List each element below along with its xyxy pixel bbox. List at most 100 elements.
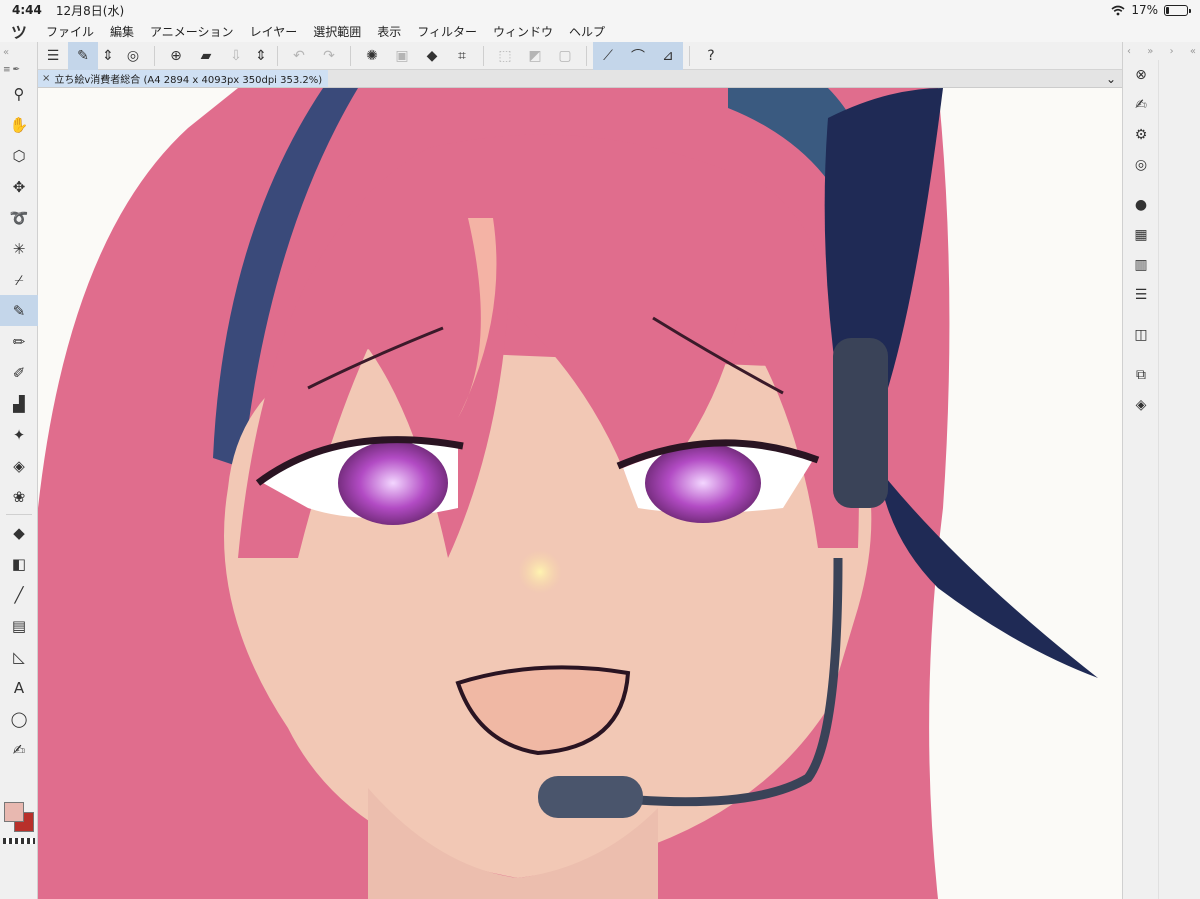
up-down-arrows-icon-2[interactable]: ⇕ — [251, 42, 271, 70]
toolbar-divider — [350, 45, 351, 66]
brush-tool-icon[interactable]: ✐ — [0, 357, 38, 388]
edit-mode-icon[interactable]: ✎ — [68, 41, 98, 70]
save-icon[interactable]: ⇩ — [221, 42, 251, 70]
chevron-down-icon[interactable]: ⌄ — [1106, 72, 1116, 86]
pencil-tool-icon[interactable]: ✏ — [0, 326, 38, 357]
close-tab-icon[interactable]: × — [42, 73, 50, 84]
command-bar: ☰ ✎ ⇕ ◎ ⊕ ▰ ⇩ ⇕ ↶ ↷ ✺ ▣ ◆ ⌗ ⬚ ◩ ▢ ⟋ ⌒ ⊿ … — [0, 41, 1200, 70]
grid-snap-icon[interactable]: ⊿ — [653, 41, 683, 70]
tool-property-icon[interactable]: ⚙ — [1123, 120, 1159, 150]
toolbar-divider — [154, 45, 155, 66]
expand-icon[interactable]: » — [1147, 46, 1153, 57]
layers-icon[interactable]: ◈ — [1123, 390, 1159, 420]
new-file-icon[interactable]: ⊕ — [161, 42, 191, 70]
operation-tool-icon[interactable]: ⬡ — [0, 140, 38, 171]
hand-tool-icon[interactable]: ✋ — [0, 109, 38, 140]
palette-icon-strip: ⊗ ✍ ⚙ ◎ ● ▦ ▥ ☰ ◫ ⧉ ◈ — [1123, 60, 1159, 899]
airbrush-tool-icon[interactable]: ▟ — [0, 388, 38, 419]
battery-fill — [1166, 6, 1170, 14]
invert-selection-icon[interactable]: ◩ — [520, 42, 550, 70]
menu-view[interactable]: 表示 — [369, 23, 409, 40]
deselect-icon[interactable]: ⬚ — [490, 42, 520, 70]
eraser-tool-icon[interactable]: ◈ — [0, 450, 38, 481]
tool-palette: « ≡ ✒ ⚲ ✋ ⬡ ✥ ➰ ✳ ⌿ ✎ ✏ ✐ ▟ ✦ ◈ ❀ ◆ ◧ ╱ … — [0, 42, 38, 899]
drawing-canvas[interactable] — [38, 88, 1122, 899]
tool-divider — [6, 514, 32, 515]
menu-selection[interactable]: 選択範囲 — [305, 23, 369, 40]
artwork-illustration — [38, 88, 1098, 899]
menu-help[interactable]: ヘルプ — [561, 23, 613, 40]
menu-window[interactable]: ウィンドウ — [485, 23, 561, 40]
color-wheel-icon[interactable]: ● — [1123, 190, 1159, 220]
fill-tool-icon[interactable]: ◆ — [0, 517, 38, 548]
toolbar-divider — [277, 45, 278, 66]
chevron-left-icon[interactable]: ‹ — [1127, 46, 1131, 57]
color-set-icon[interactable]: ▦ — [1123, 220, 1159, 250]
frame-tool-icon[interactable]: ▤ — [0, 610, 38, 641]
main-color-swatch[interactable] — [4, 802, 24, 822]
status-bar: 4:44 12月8日(水) 17% — [0, 0, 1200, 20]
toolbar-divider — [689, 45, 690, 66]
undo-icon[interactable]: ↶ — [284, 42, 314, 70]
color-history-icon[interactable]: ☰ — [1123, 280, 1159, 310]
right-palette-dock: ‹ » › « ⊗ ✍ ⚙ ◎ ● ▦ ▥ ☰ ◫ ⧉ ◈ — [1122, 42, 1200, 899]
loading-spinner-icon[interactable]: ✺ — [357, 42, 387, 70]
ruler-tool-icon[interactable]: ◺ — [0, 641, 38, 672]
spiral-icon[interactable]: ◎ — [118, 42, 148, 70]
document-tab-title: 立ち絵v消費者総合 (A4 2894 x 4093px 350dpi 353.2… — [54, 75, 323, 86]
status-right: 17% — [1111, 3, 1191, 17]
layer-property-icon[interactable]: ⧉ — [1123, 360, 1159, 390]
menu-animation[interactable]: アニメーション — [142, 23, 242, 40]
text-tool-icon[interactable]: A — [0, 672, 38, 703]
open-folder-icon[interactable]: ▰ — [191, 42, 221, 70]
special-ruler-snap-icon[interactable]: ⌒ — [623, 41, 653, 70]
status-date: 12月8日(水) — [55, 3, 125, 18]
right-palette-header: ‹ » › « — [1123, 42, 1200, 60]
zoom-tool-icon[interactable]: ⚲ — [0, 78, 38, 109]
magic-wand-icon[interactable]: ✳ — [0, 233, 38, 264]
selection-border-icon[interactable]: ▢ — [550, 42, 580, 70]
battery-icon — [1164, 4, 1191, 16]
battery-percent: 17% — [1131, 3, 1158, 17]
eyedropper-icon[interactable]: ⌿ — [0, 264, 38, 295]
hamburger-menu-icon[interactable]: ☰ — [38, 42, 68, 70]
decoration-tool-icon[interactable]: ✦ — [0, 419, 38, 450]
balloon-tool-icon[interactable]: ◯ — [0, 703, 38, 734]
palette-tabs: ≡ ✒ — [0, 62, 37, 78]
toolbar-divider — [586, 45, 587, 66]
transparent-color-swatch[interactable] — [3, 838, 35, 844]
crop-icon[interactable]: ⌗ — [447, 42, 477, 70]
palette-pen-icon[interactable]: ✒ — [13, 65, 21, 75]
pen-tool-icon[interactable]: ✎ — [0, 295, 38, 326]
redo-icon[interactable]: ↷ — [314, 42, 344, 70]
document-tab-strip: × 立ち絵v消費者総合 (A4 2894 x 4093px 350dpi 353… — [38, 70, 1122, 88]
document-tab[interactable]: × 立ち絵v消費者総合 (A4 2894 x 4093px 350dpi 353… — [38, 70, 329, 87]
transform-icon[interactable]: ▣ — [387, 42, 417, 70]
brush-size-icon[interactable]: ◎ — [1123, 150, 1159, 180]
palette-collapse-icon[interactable]: « — [0, 42, 37, 62]
menu-file[interactable]: ファイル — [38, 23, 102, 40]
help-icon[interactable]: ? — [696, 42, 726, 70]
blend-tool-icon[interactable]: ❀ — [0, 481, 38, 512]
chevron-right-icon[interactable]: › — [1170, 46, 1174, 57]
gradient-tool-icon[interactable]: ◧ — [0, 548, 38, 579]
menu-bar: ツ ファイル 編集 アニメーション レイヤー 選択範囲 表示 フィルター ウィン… — [0, 20, 1200, 42]
sub-tool-icon[interactable]: ✍ — [1123, 90, 1159, 120]
menu-filter[interactable]: フィルター — [409, 23, 485, 40]
move-tool-icon[interactable]: ✥ — [0, 171, 38, 202]
ruler-snap-icon[interactable]: ⟋ — [593, 41, 623, 70]
material-icon[interactable]: ◫ — [1123, 320, 1159, 350]
palette-menu-icon[interactable]: ≡ — [3, 65, 11, 75]
lasso-tool-icon[interactable]: ➰ — [0, 202, 38, 233]
correct-line-tool-icon[interactable]: ✍ — [0, 734, 38, 765]
app-logo-icon[interactable]: ツ — [0, 19, 38, 43]
menu-layer[interactable]: レイヤー — [242, 23, 306, 40]
fill-icon[interactable]: ◆ — [417, 42, 447, 70]
menu-edit[interactable]: 編集 — [102, 23, 142, 40]
toolbar-divider — [483, 45, 484, 66]
film-icon[interactable]: ▥ — [1123, 250, 1159, 280]
navigator-icon[interactable]: ⊗ — [1123, 60, 1159, 90]
up-down-arrows-icon[interactable]: ⇕ — [98, 42, 118, 70]
line-tool-icon[interactable]: ╱ — [0, 579, 38, 610]
collapse-icon[interactable]: « — [1190, 46, 1196, 57]
